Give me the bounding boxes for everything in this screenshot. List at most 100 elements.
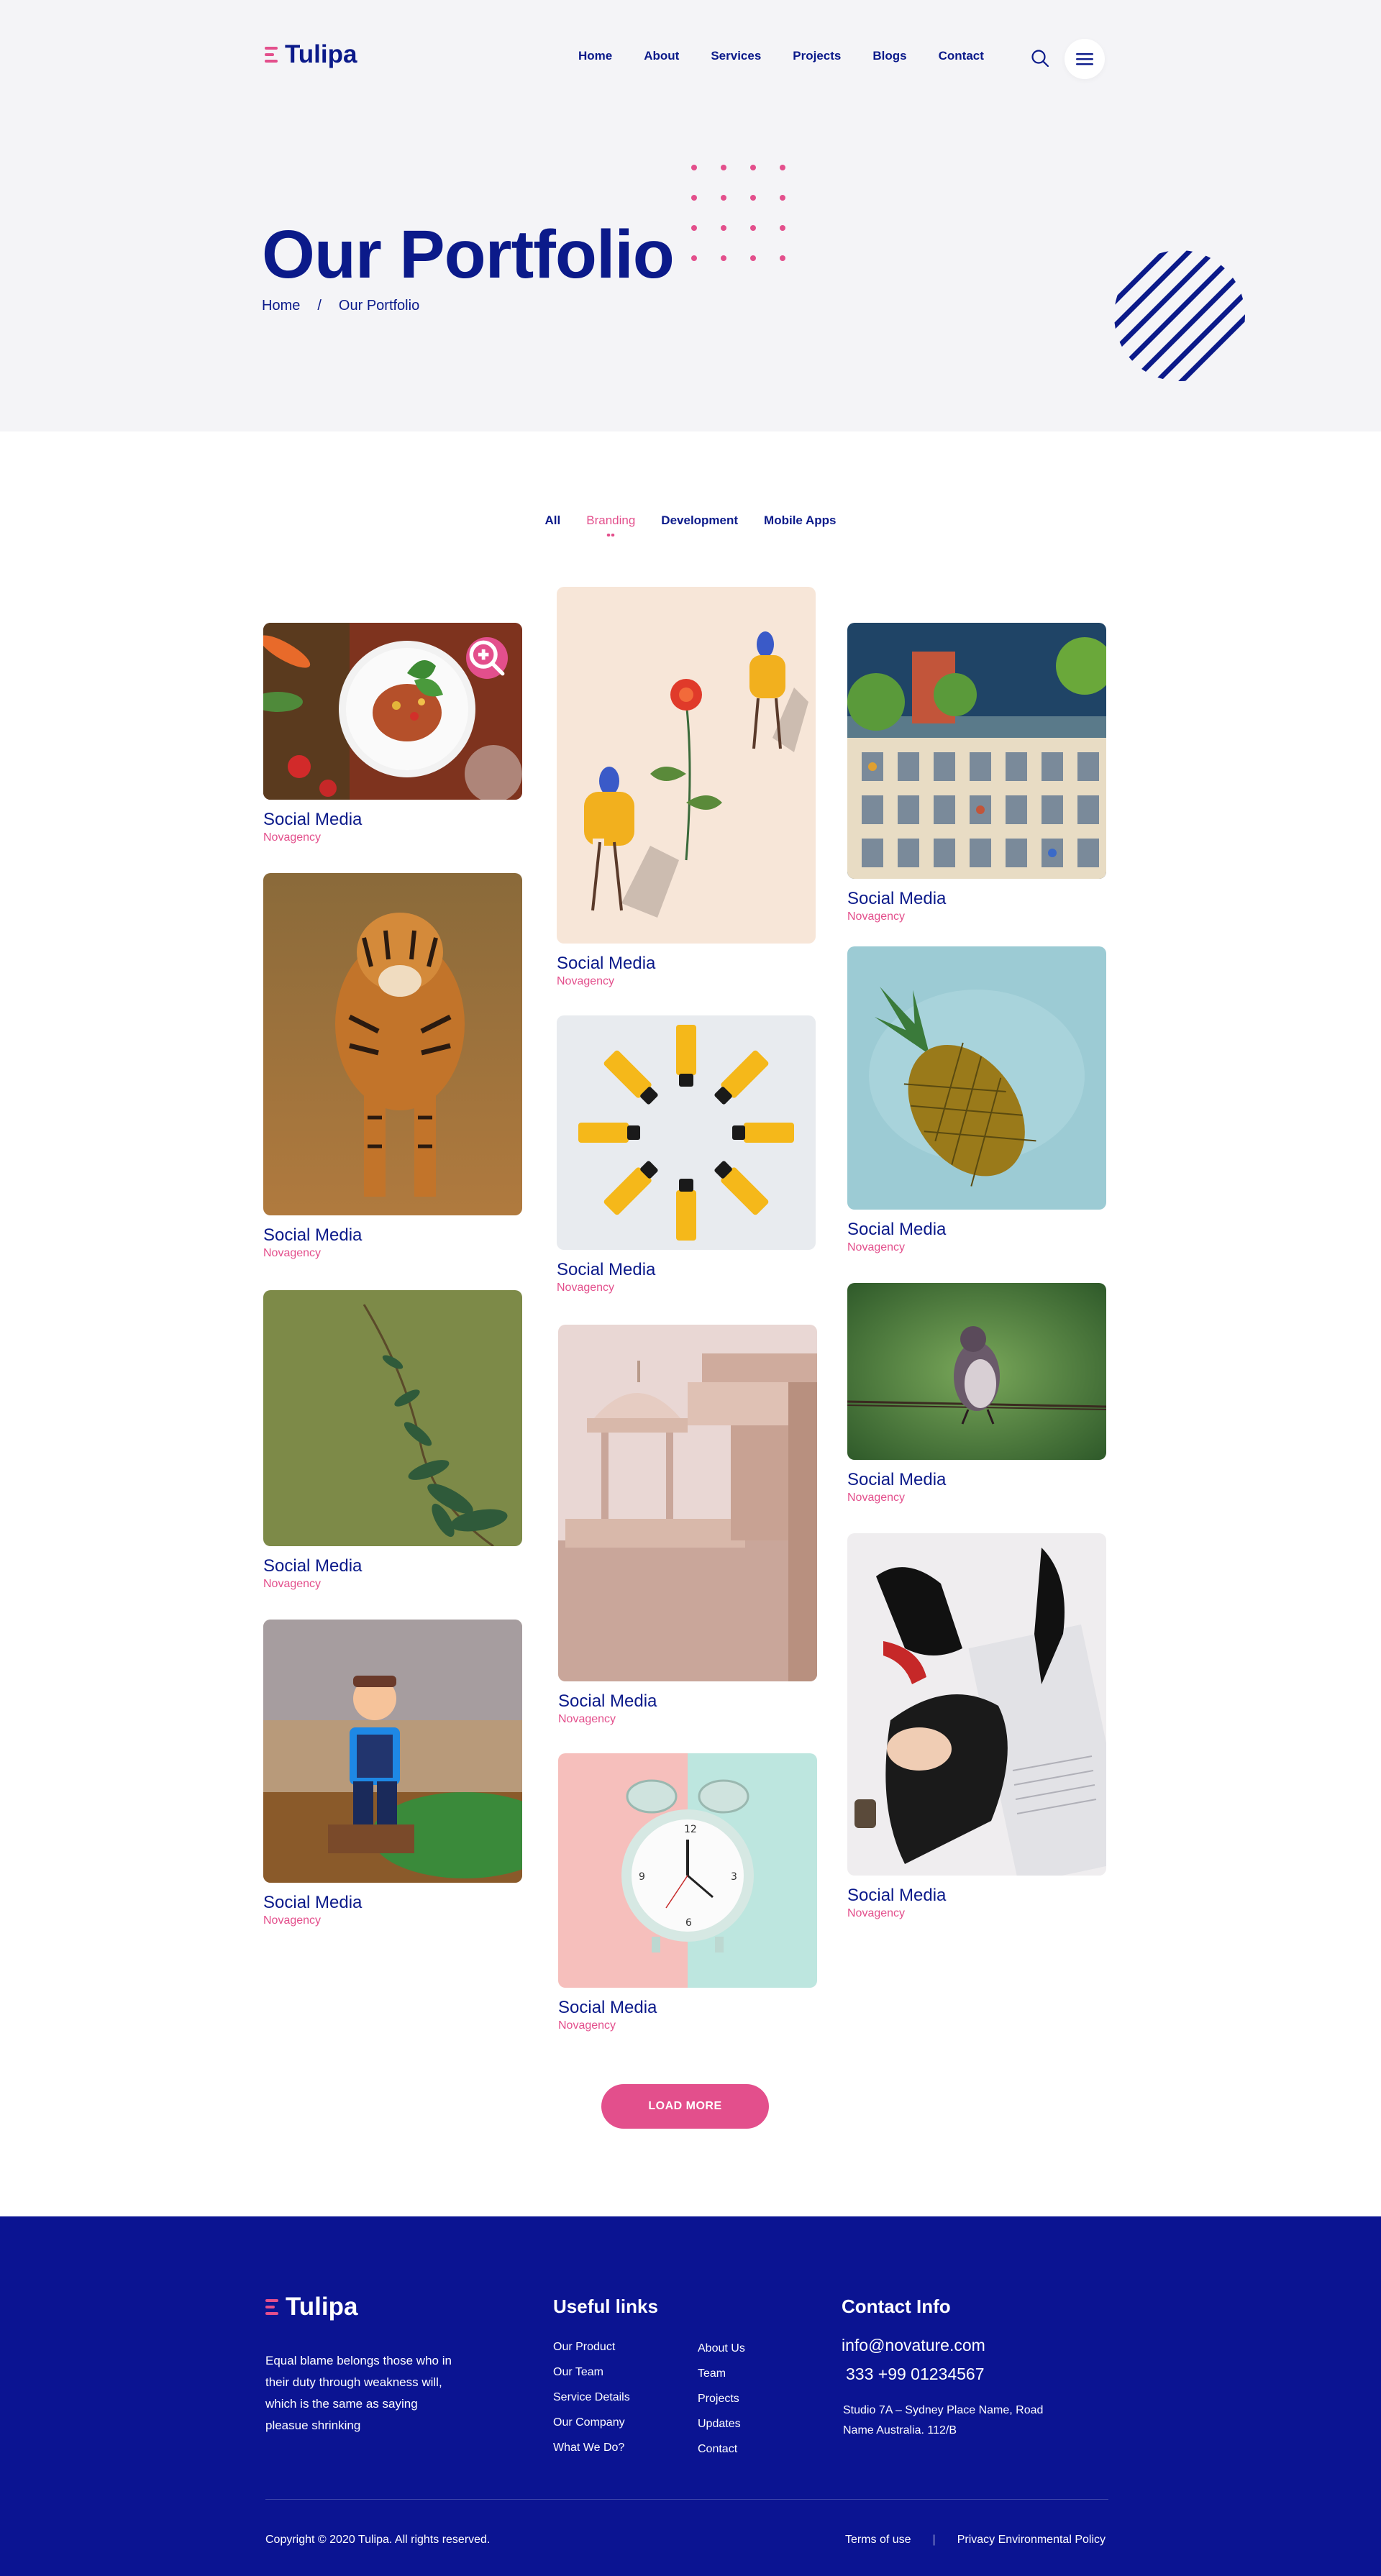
footer-link-updates[interactable]: Updates <box>698 2418 745 2430</box>
contact-email[interactable]: info@novature.com <box>842 2336 985 2355</box>
filter-development[interactable]: Development <box>661 513 738 528</box>
card-title[interactable]: Social Media <box>847 1886 1106 1906</box>
portfolio-card[interactable]: Social Media Novagency <box>263 873 522 1260</box>
portfolio-image-food[interactable] <box>263 623 522 800</box>
footer-link-our-company[interactable]: Our Company <box>553 2416 630 2429</box>
portfolio-image-architecture[interactable] <box>558 1325 817 1681</box>
footer-link-team[interactable]: Team <box>698 2367 745 2380</box>
card-client: Novagency <box>263 831 322 844</box>
portfolio-card[interactable]: Social Media Novagency <box>847 1533 1106 1920</box>
card-title[interactable]: Social Media <box>558 1998 817 2018</box>
card-client: Novagency <box>263 1578 322 1590</box>
breadcrumb-separator: / <box>317 298 322 314</box>
card-title[interactable]: Social Media <box>263 810 522 830</box>
portfolio-image-clock[interactable]: 12 3 6 9 <box>558 1753 817 1988</box>
privacy-policy-link[interactable]: Privacy Environmental Policy <box>957 2534 1106 2547</box>
nav-about[interactable]: About <box>644 49 679 63</box>
striped-circle-decoration <box>1114 250 1245 381</box>
footer-link-our-team[interactable]: Our Team <box>553 2366 630 2378</box>
nav-home[interactable]: Home <box>578 49 612 63</box>
card-title[interactable]: Social Media <box>847 1470 1106 1490</box>
card-title[interactable]: Social Media <box>557 954 816 974</box>
breadcrumb: Home / Our Portfolio <box>262 298 419 314</box>
card-client: Novagency <box>558 1713 616 1725</box>
portfolio-card[interactable]: 12 3 6 9 Social Media Novagency <box>558 1753 817 2032</box>
footer-link-about-us[interactable]: About Us <box>698 2342 745 2355</box>
footer-link-contact[interactable]: Contact <box>698 2443 745 2455</box>
contact-phone[interactable]: 333 +99 01234567 <box>846 2365 985 2384</box>
portfolio-image-tiger[interactable] <box>263 873 522 1215</box>
hamburger-icon <box>1076 53 1093 65</box>
copyright-text: Copyright © 2020 Tulipa. All rights rese… <box>265 2534 491 2546</box>
footer-divider <box>265 2499 1108 2500</box>
footer-link-what-we-do[interactable]: What We Do? <box>553 2442 630 2454</box>
footer-link-service-details[interactable]: Service Details <box>553 2391 630 2403</box>
card-client: Novagency <box>847 1492 906 1504</box>
portfolio-image-building[interactable] <box>847 623 1106 879</box>
portfolio-card[interactable]: Social Media Novagency <box>558 1325 817 1726</box>
footer-link-projects[interactable]: Projects <box>698 2393 745 2405</box>
footer-brand-name: Tulipa <box>286 2293 358 2321</box>
portfolio-card[interactable]: Social Media Novagency <box>847 946 1106 1254</box>
portfolio-image-illustration[interactable] <box>557 587 816 944</box>
card-client: Novagency <box>847 910 906 923</box>
contact-address: Studio 7A – Sydney Place Name, Road Name… <box>843 2404 1044 2436</box>
portfolio-image-tubes[interactable] <box>557 1015 816 1250</box>
portfolio-card[interactable]: Social Media Novagency <box>557 1015 816 1294</box>
filter-mobile-apps[interactable]: Mobile Apps <box>764 513 836 528</box>
portfolio-image-pineapple[interactable] <box>847 946 1106 1210</box>
portfolio-image-bird[interactable] <box>847 1283 1106 1460</box>
svg-text:9: 9 <box>639 1871 645 1883</box>
portfolio-card[interactable]: Social Media Novagency <box>263 1620 522 1927</box>
dots-pattern-decoration <box>691 165 785 261</box>
portfolio-filter-tabs: All Branding Development Mobile Apps <box>0 513 1381 536</box>
zoom-in-icon <box>469 640 505 676</box>
portfolio-card[interactable]: Social Media Novagency <box>557 587 816 988</box>
menu-button[interactable] <box>1065 39 1105 79</box>
brand-logo[interactable]: Tulipa <box>265 40 357 69</box>
footer-legal-links: Terms of use | Privacy Environmental Pol… <box>845 2534 1106 2547</box>
svg-text:6: 6 <box>685 1917 692 1929</box>
logo-mark-icon <box>265 2299 278 2315</box>
terms-of-use-link[interactable]: Terms of use <box>845 2534 911 2547</box>
portfolio-image-toy[interactable] <box>263 1620 522 1883</box>
card-client: Novagency <box>557 1282 615 1294</box>
card-client: Novagency <box>847 1907 906 1919</box>
portfolio-card[interactable]: Social Media Novagency <box>263 1290 522 1591</box>
nav-contact[interactable]: Contact <box>939 49 984 63</box>
card-title[interactable]: Social Media <box>558 1691 817 1712</box>
filter-branding[interactable]: Branding <box>586 513 635 536</box>
load-more-button[interactable]: LOAD MORE <box>601 2084 769 2129</box>
portfolio-image-fashion[interactable] <box>847 1533 1106 1876</box>
svg-text:12: 12 <box>684 1824 697 1835</box>
contact-info-heading: Contact Info <box>842 2296 951 2317</box>
filter-all[interactable]: All <box>545 513 561 528</box>
card-title[interactable]: Social Media <box>847 1220 1106 1240</box>
portfolio-image-plant[interactable] <box>263 1290 522 1546</box>
hero-section: Tulipa Home About Services Projects Blog… <box>0 0 1381 431</box>
card-title[interactable]: Social Media <box>847 889 1106 909</box>
card-title[interactable]: Social Media <box>263 1893 522 1913</box>
brand-name: Tulipa <box>285 40 357 68</box>
portfolio-card[interactable]: Social Media Novagency <box>847 1283 1106 1504</box>
page-title: Our Portfolio <box>262 216 675 293</box>
footer-brand-logo[interactable]: Tulipa <box>265 2293 357 2321</box>
card-title[interactable]: Social Media <box>263 1225 522 1246</box>
portfolio-card[interactable]: Social Media Novagency <box>263 623 522 844</box>
useful-links-col2: About Us Team Projects Updates Contact <box>698 2342 745 2468</box>
breadcrumb-home[interactable]: Home <box>262 298 300 314</box>
nav-services[interactable]: Services <box>711 49 761 63</box>
card-title[interactable]: Social Media <box>263 1556 522 1576</box>
nav-projects[interactable]: Projects <box>793 49 841 63</box>
card-client: Novagency <box>263 1247 322 1259</box>
portfolio-card[interactable]: Social Media Novagency <box>847 623 1106 923</box>
useful-links-heading: Useful links <box>553 2296 658 2317</box>
footer-description: Equal blame belongs those who in their d… <box>265 2354 452 2432</box>
card-title[interactable]: Social Media <box>557 1260 816 1280</box>
search-icon[interactable] <box>1030 48 1050 68</box>
svg-text:3: 3 <box>731 1871 737 1883</box>
nav-blogs[interactable]: Blogs <box>872 49 906 63</box>
footer-link-our-product[interactable]: Our Product <box>553 2341 630 2353</box>
legal-separator: | <box>932 2534 936 2546</box>
zoom-button[interactable] <box>466 637 508 679</box>
